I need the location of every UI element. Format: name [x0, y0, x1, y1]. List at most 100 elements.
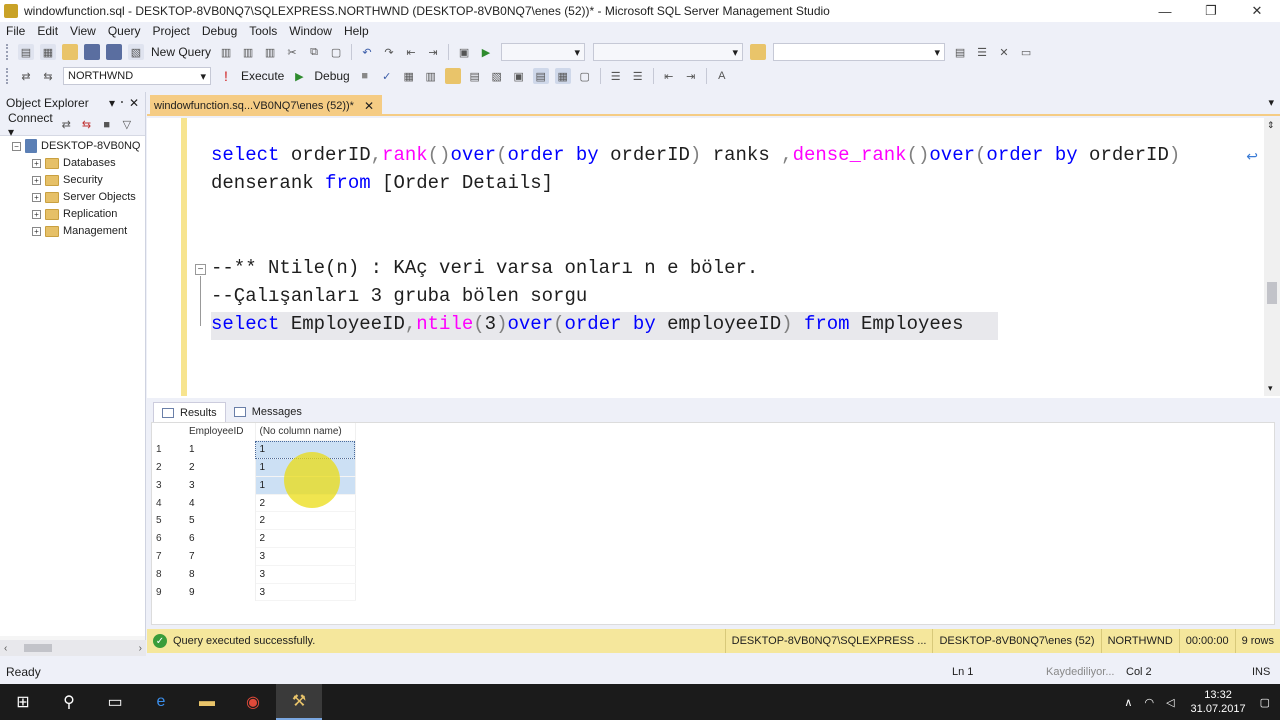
tree-node-management[interactable]: + Management — [32, 223, 127, 239]
scroll-thumb[interactable] — [1267, 282, 1277, 304]
scroll-thumb[interactable] — [24, 644, 52, 652]
tab-messages[interactable]: Messages — [226, 402, 310, 422]
column-header-employeeid[interactable]: EmployeeID — [185, 423, 256, 441]
tree-node-security[interactable]: + Security — [32, 172, 103, 188]
execute-button[interactable]: Execute — [241, 69, 284, 83]
menu-window[interactable]: Window — [283, 24, 338, 38]
start-icon[interactable]: ▶ — [478, 44, 494, 60]
row-number-header[interactable] — [152, 423, 185, 441]
cell-ntile[interactable]: 3 — [255, 583, 356, 602]
menu-file[interactable]: File — [0, 24, 31, 38]
tree-node-databases[interactable]: + Databases — [32, 155, 116, 171]
wifi-icon[interactable]: ◠ — [1144, 696, 1154, 709]
results-to-text-icon[interactable]: ▤ — [532, 68, 549, 84]
column-header-no-name[interactable]: (No column name) — [255, 423, 356, 442]
scroll-left-icon[interactable]: ‹ — [4, 643, 7, 654]
open-file-icon[interactable] — [62, 44, 78, 60]
cell-employeeid[interactable]: 1 — [185, 440, 256, 459]
menu-view[interactable]: View — [64, 24, 102, 38]
new-query-icon[interactable]: ▧ — [128, 44, 144, 60]
row-number[interactable]: 3 — [152, 476, 185, 494]
connect-icon[interactable]: ⇄ — [18, 68, 34, 84]
cell-employeeid[interactable]: 3 — [185, 476, 256, 495]
minimize-button[interactable]: — — [1142, 0, 1188, 22]
collapse-icon[interactable]: − — [12, 141, 21, 151]
parse-icon[interactable]: ✓ — [379, 68, 395, 84]
results-to-grid-icon[interactable]: ▦ — [554, 68, 571, 84]
copy-icon[interactable]: ⧉ — [306, 44, 322, 60]
find-combo[interactable]: ▾ — [773, 43, 946, 61]
menu-edit[interactable]: Edit — [31, 24, 64, 38]
toolbar-grip[interactable] — [6, 44, 9, 60]
menu-query[interactable]: Query — [102, 24, 147, 38]
scroll-down-icon[interactable]: ▾ — [1268, 383, 1273, 394]
row-number[interactable]: 4 — [152, 494, 185, 512]
comment-icon[interactable]: ☰ — [608, 68, 624, 84]
tree-node-server-objects[interactable]: + Server Objects — [32, 189, 136, 205]
ssms-taskbar-icon[interactable]: ⚒ — [276, 684, 322, 720]
row-number[interactable]: 7 — [152, 548, 185, 566]
debug-button[interactable]: Debug — [314, 69, 349, 83]
decrease-indent-icon[interactable]: ⇤ — [661, 68, 677, 84]
navigate-back-icon[interactable]: ⇤ — [403, 44, 419, 60]
available-databases-dropdown[interactable]: NORTHWND ▾ — [63, 67, 211, 85]
toolbox-icon[interactable]: ✕ — [996, 44, 1012, 60]
disconnect-server-icon[interactable]: ⇆ — [79, 117, 93, 133]
menu-help[interactable]: Help — [338, 24, 375, 38]
increase-indent-icon[interactable]: ⇥ — [683, 68, 699, 84]
cell-ntile[interactable]: 3 — [255, 547, 356, 566]
expand-icon[interactable]: + — [32, 209, 41, 219]
taskbar-clock[interactable]: 13:32 31.07.2017 — [1191, 688, 1246, 716]
options-icon[interactable]: ▭ — [1018, 44, 1034, 60]
connect-server-icon[interactable]: ⇄ — [59, 117, 73, 133]
undo-icon[interactable]: ↶ — [359, 44, 375, 60]
tab-windowfunction-sql[interactable]: windowfunction.sq...VB0NQ7\enes (52))* ✕ — [150, 95, 382, 116]
cell-employeeid[interactable]: 2 — [185, 458, 256, 477]
mdx-query-icon[interactable]: ▥ — [262, 44, 278, 60]
cell-ntile[interactable]: 2 — [255, 511, 356, 531]
find-in-files-icon[interactable] — [750, 44, 767, 60]
cell-employeeid[interactable]: 7 — [185, 547, 256, 566]
row-number[interactable]: 6 — [152, 530, 185, 548]
connect-dropdown[interactable]: Connect ▾ — [8, 111, 56, 139]
panel-options-icon[interactable]: ▾ ᛫ ✕ — [109, 96, 139, 110]
disconnect-icon[interactable]: ⇆ — [40, 68, 56, 84]
toolbar-grip[interactable] — [6, 68, 9, 84]
menu-debug[interactable]: Debug — [196, 24, 243, 38]
scroll-right-icon[interactable]: › — [139, 643, 142, 654]
tree-node-replication[interactable]: + Replication — [32, 206, 117, 222]
new-project-icon[interactable]: ▤ — [18, 44, 34, 60]
query-editor[interactable]: select orderID,rank()over(order by order… — [147, 118, 1280, 398]
file-explorer-icon[interactable]: ▬ — [184, 684, 230, 720]
tab-results[interactable]: Results — [153, 402, 226, 422]
solution-explorer-icon[interactable]: ▤ — [952, 44, 968, 60]
cell-ntile[interactable]: 3 — [255, 565, 356, 584]
execute-icon[interactable]: ! — [218, 68, 234, 84]
paste-icon[interactable]: ▢ — [328, 44, 344, 60]
row-number[interactable]: 5 — [152, 512, 185, 530]
cell-employeeid[interactable]: 4 — [185, 494, 256, 512]
row-number[interactable]: 1 — [152, 441, 185, 459]
fold-collapse-icon[interactable]: − — [195, 264, 206, 275]
notifications-icon[interactable]: ▢ — [1260, 696, 1270, 709]
expand-icon[interactable]: + — [32, 192, 41, 202]
expand-icon[interactable]: + — [32, 158, 41, 168]
chrome-browser-icon[interactable]: ◉ — [230, 684, 276, 720]
cancel-query-icon[interactable]: ■ — [357, 68, 373, 84]
split-icon[interactable]: ⇕ — [1267, 120, 1275, 131]
menu-project[interactable]: Project — [147, 24, 196, 38]
live-stats-icon[interactable]: ▧ — [489, 68, 505, 84]
maximize-button[interactable]: ❐ — [1188, 0, 1234, 22]
cell-employeeid[interactable]: 9 — [185, 583, 256, 601]
edge-browser-icon[interactable]: e — [138, 684, 184, 720]
close-tab-icon[interactable]: ✕ — [364, 99, 374, 113]
cell-employeeid[interactable]: 6 — [185, 529, 256, 548]
estimated-plan-icon[interactable]: ▦ — [401, 68, 417, 84]
start-windows-icon[interactable]: ⊞ — [0, 684, 46, 720]
close-window-button[interactable]: ✕ — [1234, 0, 1280, 22]
include-plan-icon[interactable]: ▤ — [467, 68, 483, 84]
task-view-icon[interactable]: ▭ — [92, 684, 138, 720]
expand-icon[interactable]: + — [32, 175, 41, 185]
db-engine-query-icon[interactable]: ▥ — [218, 44, 234, 60]
specify-template-icon[interactable] — [444, 68, 461, 84]
